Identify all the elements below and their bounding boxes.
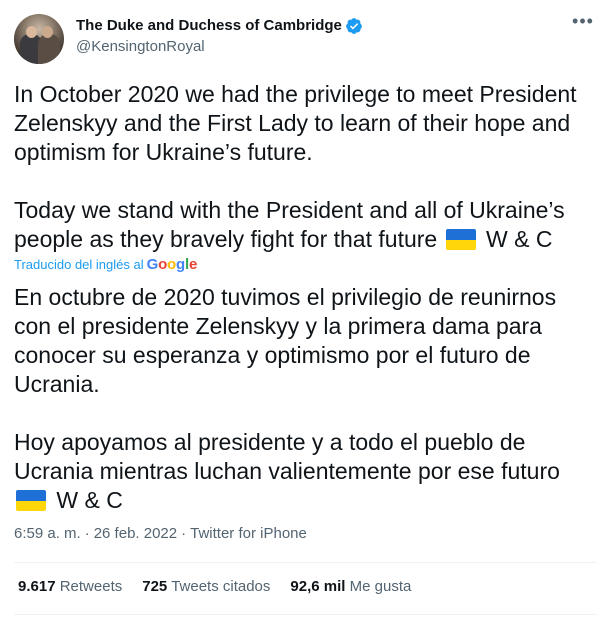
tweet-original-text: In October 2020 we had the privilege to …	[14, 80, 599, 254]
author-display-name[interactable]: The Duke and Duchess of Cambridge	[76, 16, 342, 36]
meta-separator: ·	[84, 525, 90, 542]
translated-paragraph-2: Hoy apoyamos al presidente y a todo el p…	[14, 428, 599, 515]
author-display-name-row[interactable]: The Duke and Duchess of Cambridge	[76, 16, 363, 36]
avatar-head-left	[26, 26, 37, 38]
original-paragraph-2-text: Today we stand with the President and al…	[14, 197, 565, 252]
avatar-head-right	[42, 26, 53, 38]
likes-count: 92,6 mil	[290, 578, 346, 595]
verified-badge-icon	[346, 18, 362, 34]
translation-attribution[interactable]: Traducido del inglés al Google	[14, 255, 197, 275]
translated-paragraph-1: En octubre de 2020 tuvimos el privilegio…	[14, 284, 557, 397]
likes-stat[interactable]: 92,6 mil Me gusta	[290, 577, 411, 597]
tweet-date[interactable]: 26 feb. 2022	[94, 525, 177, 542]
more-horizontal-icon[interactable]: •••	[571, 12, 595, 36]
tweet-stats: 9.617 Retweets 725 Tweets citados 92,6 m…	[18, 577, 431, 597]
translated-paragraph-2-text: Hoy apoyamos al presidente y a todo el p…	[14, 429, 560, 484]
original-paragraph-2: Today we stand with the President and al…	[14, 196, 599, 254]
author-names: The Duke and Duchess of Cambridge @Kensi…	[76, 16, 363, 58]
meta-separator: ·	[181, 525, 187, 542]
ukraine-flag-icon	[16, 490, 46, 511]
translated-signature: W & C	[56, 487, 123, 513]
ukraine-flag-icon	[445, 229, 476, 250]
tweet-meta: 6:59 a. m. · 26 feb. 2022 · Twitter for iPho…	[14, 524, 307, 544]
quotes-count: 725	[142, 578, 168, 595]
divider	[14, 614, 597, 615]
avatar-figure-right	[38, 34, 60, 64]
tweet-card: The Duke and Duchess of Cambridge @Kensi…	[0, 0, 611, 620]
divider	[14, 562, 597, 563]
likes-label: Me gusta	[349, 578, 412, 595]
tweet-source[interactable]: Twitter for iPhone	[190, 525, 307, 542]
original-paragraph-1: In October 2020 we had the privilege to …	[14, 81, 577, 165]
retweets-stat[interactable]: 9.617 Retweets	[18, 577, 122, 597]
original-signature: W & C	[485, 226, 553, 252]
retweets-count: 9.617	[18, 578, 56, 595]
author-handle[interactable]: @KensingtonRoyal	[76, 36, 363, 58]
translation-label: Traducido del inglés al	[14, 257, 144, 272]
retweets-label: Retweets	[59, 578, 123, 595]
tweet-translated-text: En octubre de 2020 tuvimos el privilegio…	[14, 283, 599, 515]
quotes-label: Tweets citados	[171, 578, 271, 595]
tweet-header: The Duke and Duchess of Cambridge @Kensi…	[14, 12, 599, 64]
tweet-time[interactable]: 6:59 a. m.	[14, 525, 81, 542]
quote-tweets-stat[interactable]: 725 Tweets citados	[142, 577, 270, 597]
avatar[interactable]	[14, 14, 64, 64]
google-logo: Google	[146, 256, 198, 273]
